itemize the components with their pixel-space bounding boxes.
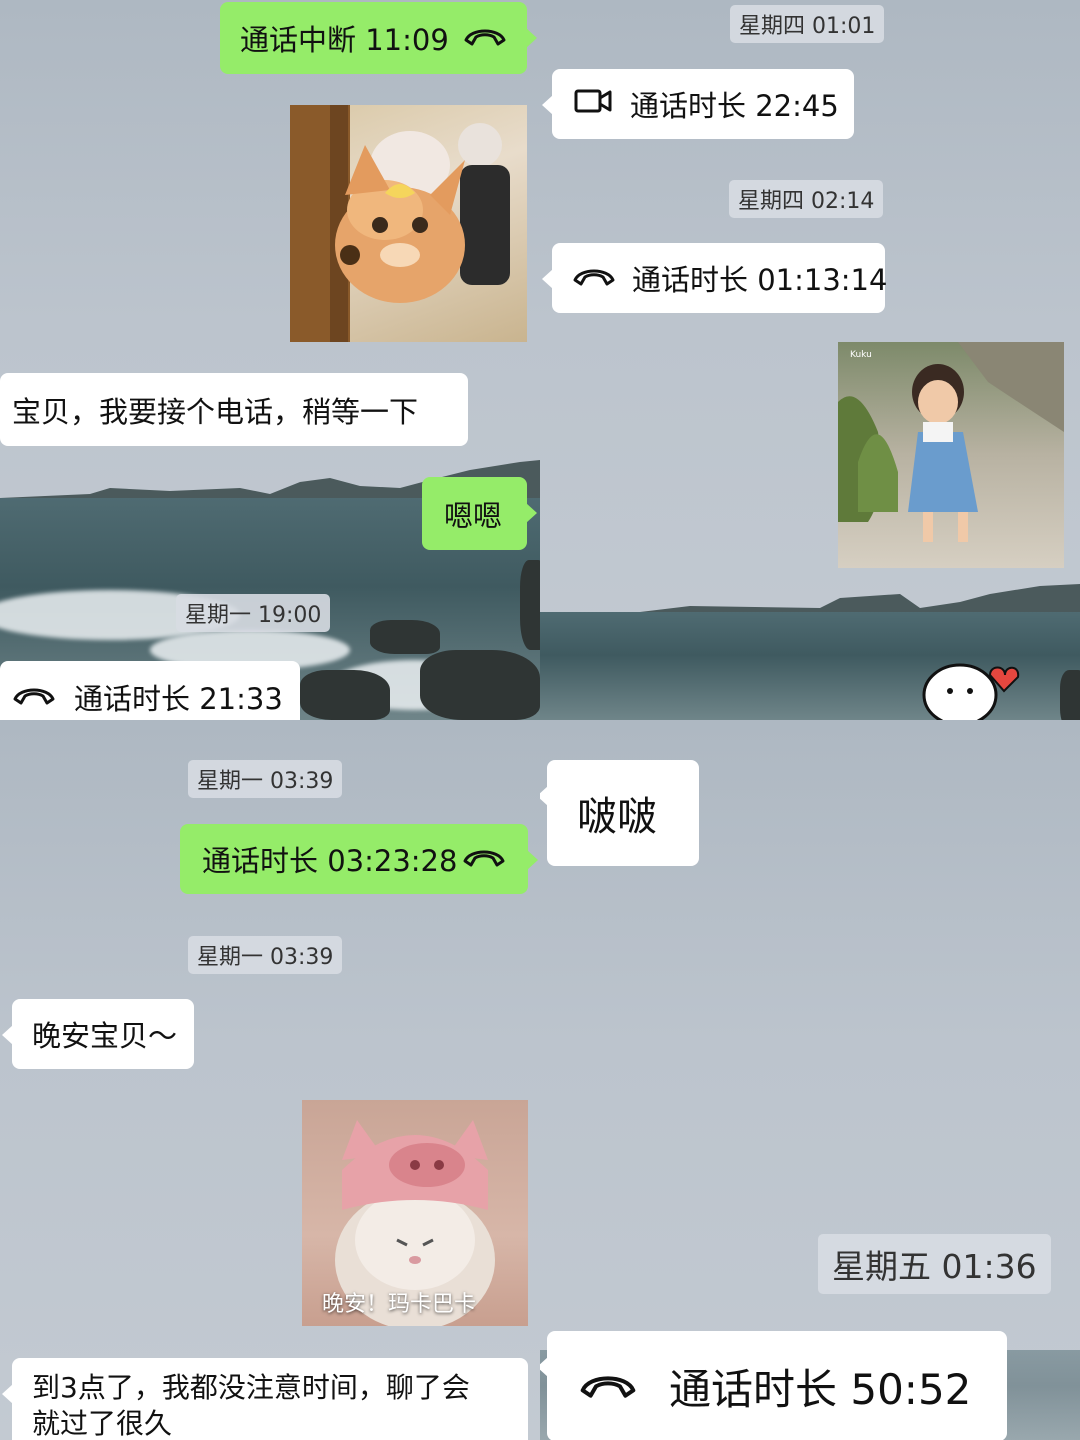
timestamp: 星期一 03:39 [188,936,343,974]
kiss-message[interactable]: 啵啵 [540,760,699,866]
timestamp: 星期四 02:14 [729,180,884,218]
message-text: 晚安宝贝～ [32,1019,178,1053]
timestamp: 星期四 01:01 [730,5,885,43]
message-text: 通话时长 50:52 [669,1364,972,1414]
call-duration-message[interactable]: 通话时长 01:13:14 [542,243,888,313]
call-interrupted-message[interactable]: 通话中断 11:09 [220,2,537,74]
message-text: 通话中断 11:09 [240,23,449,57]
pig-hat-cat-sticker[interactable]: 晚安！玛卡巴卡 [302,1100,528,1326]
chat-panel-bottom-left: 星期一 03:39 通话时长 03:23:28 星期一 03:39 晚安宝贝～ … [0,720,540,1440]
distant-islands [540,580,1080,616]
phone-hangup-icon [463,21,507,55]
message-text: 啵啵 [577,794,657,840]
wait-message[interactable]: 宝贝，我要接个电话，稍等一下 [0,373,468,446]
message-text-line-2: 就过了很久 [32,1407,173,1440]
phone-hangup-icon [462,842,506,876]
plush-toy-sticker[interactable] [290,105,527,342]
shore-rock [1060,670,1080,720]
sticker-caption: 晚安！玛卡巴卡 [322,1292,477,1317]
phone-hangup-icon [577,1362,639,1411]
message-text-line-1: 到3点了，我都没注意时间，聊了会 [32,1371,470,1404]
shore-rock [370,620,440,654]
shore-rock [420,650,540,720]
phone-hangup-icon [572,261,616,295]
message-text: 宝贝，我要接个电话，稍等一下 [12,394,419,429]
chat-panel-bottom-right: 啵啵 星期五 01:36 通话时长 50:52 [540,720,1080,1440]
shore-rock [520,560,540,650]
call-duration-message[interactable]: 通话时长 50:52 [540,1331,1007,1440]
chat-panel-top-right: 星期四 01:01 通话时长 22:45 星期四 02:14 通话时长 01:1… [540,0,1080,720]
call-duration-message[interactable]: 通话时长 21:33 [0,661,300,720]
late-night-message[interactable]: 到3点了，我都没注意时间，聊了会 就过了很久 [2,1358,528,1440]
timestamp: 星期一 19:00 [176,594,331,632]
video-call-duration-message[interactable]: 通话时长 22:45 [542,69,854,139]
message-text: 通话时长 22:45 [630,89,839,123]
running-child-sticker[interactable]: Kuku [838,342,1064,568]
call-duration-message[interactable]: 通话时长 03:23:28 [180,824,538,894]
message-text: 通话时长 03:23:28 [202,844,458,878]
dog-heart-sticker [920,655,1020,720]
video-camera-icon [574,87,612,121]
ok-message[interactable]: 嗯嗯 [422,477,537,550]
timestamp: 星期五 01:36 [818,1234,1051,1294]
watermark-text: Kuku [850,350,872,360]
goodnight-message[interactable]: 晚安宝贝～ [2,999,194,1069]
phone-hangup-icon [12,680,56,714]
message-text: 嗯嗯 [444,498,503,533]
chat-panel-top-left: 通话中断 11:09 宝贝，我要接个电话，稍等一下 嗯嗯 星期一 19:00 通… [0,0,540,720]
shore-rock [300,670,390,720]
message-text: 通话时长 21:33 [74,682,283,716]
message-text: 通话时长 01:13:14 [632,263,888,297]
timestamp: 星期一 03:39 [188,760,343,798]
